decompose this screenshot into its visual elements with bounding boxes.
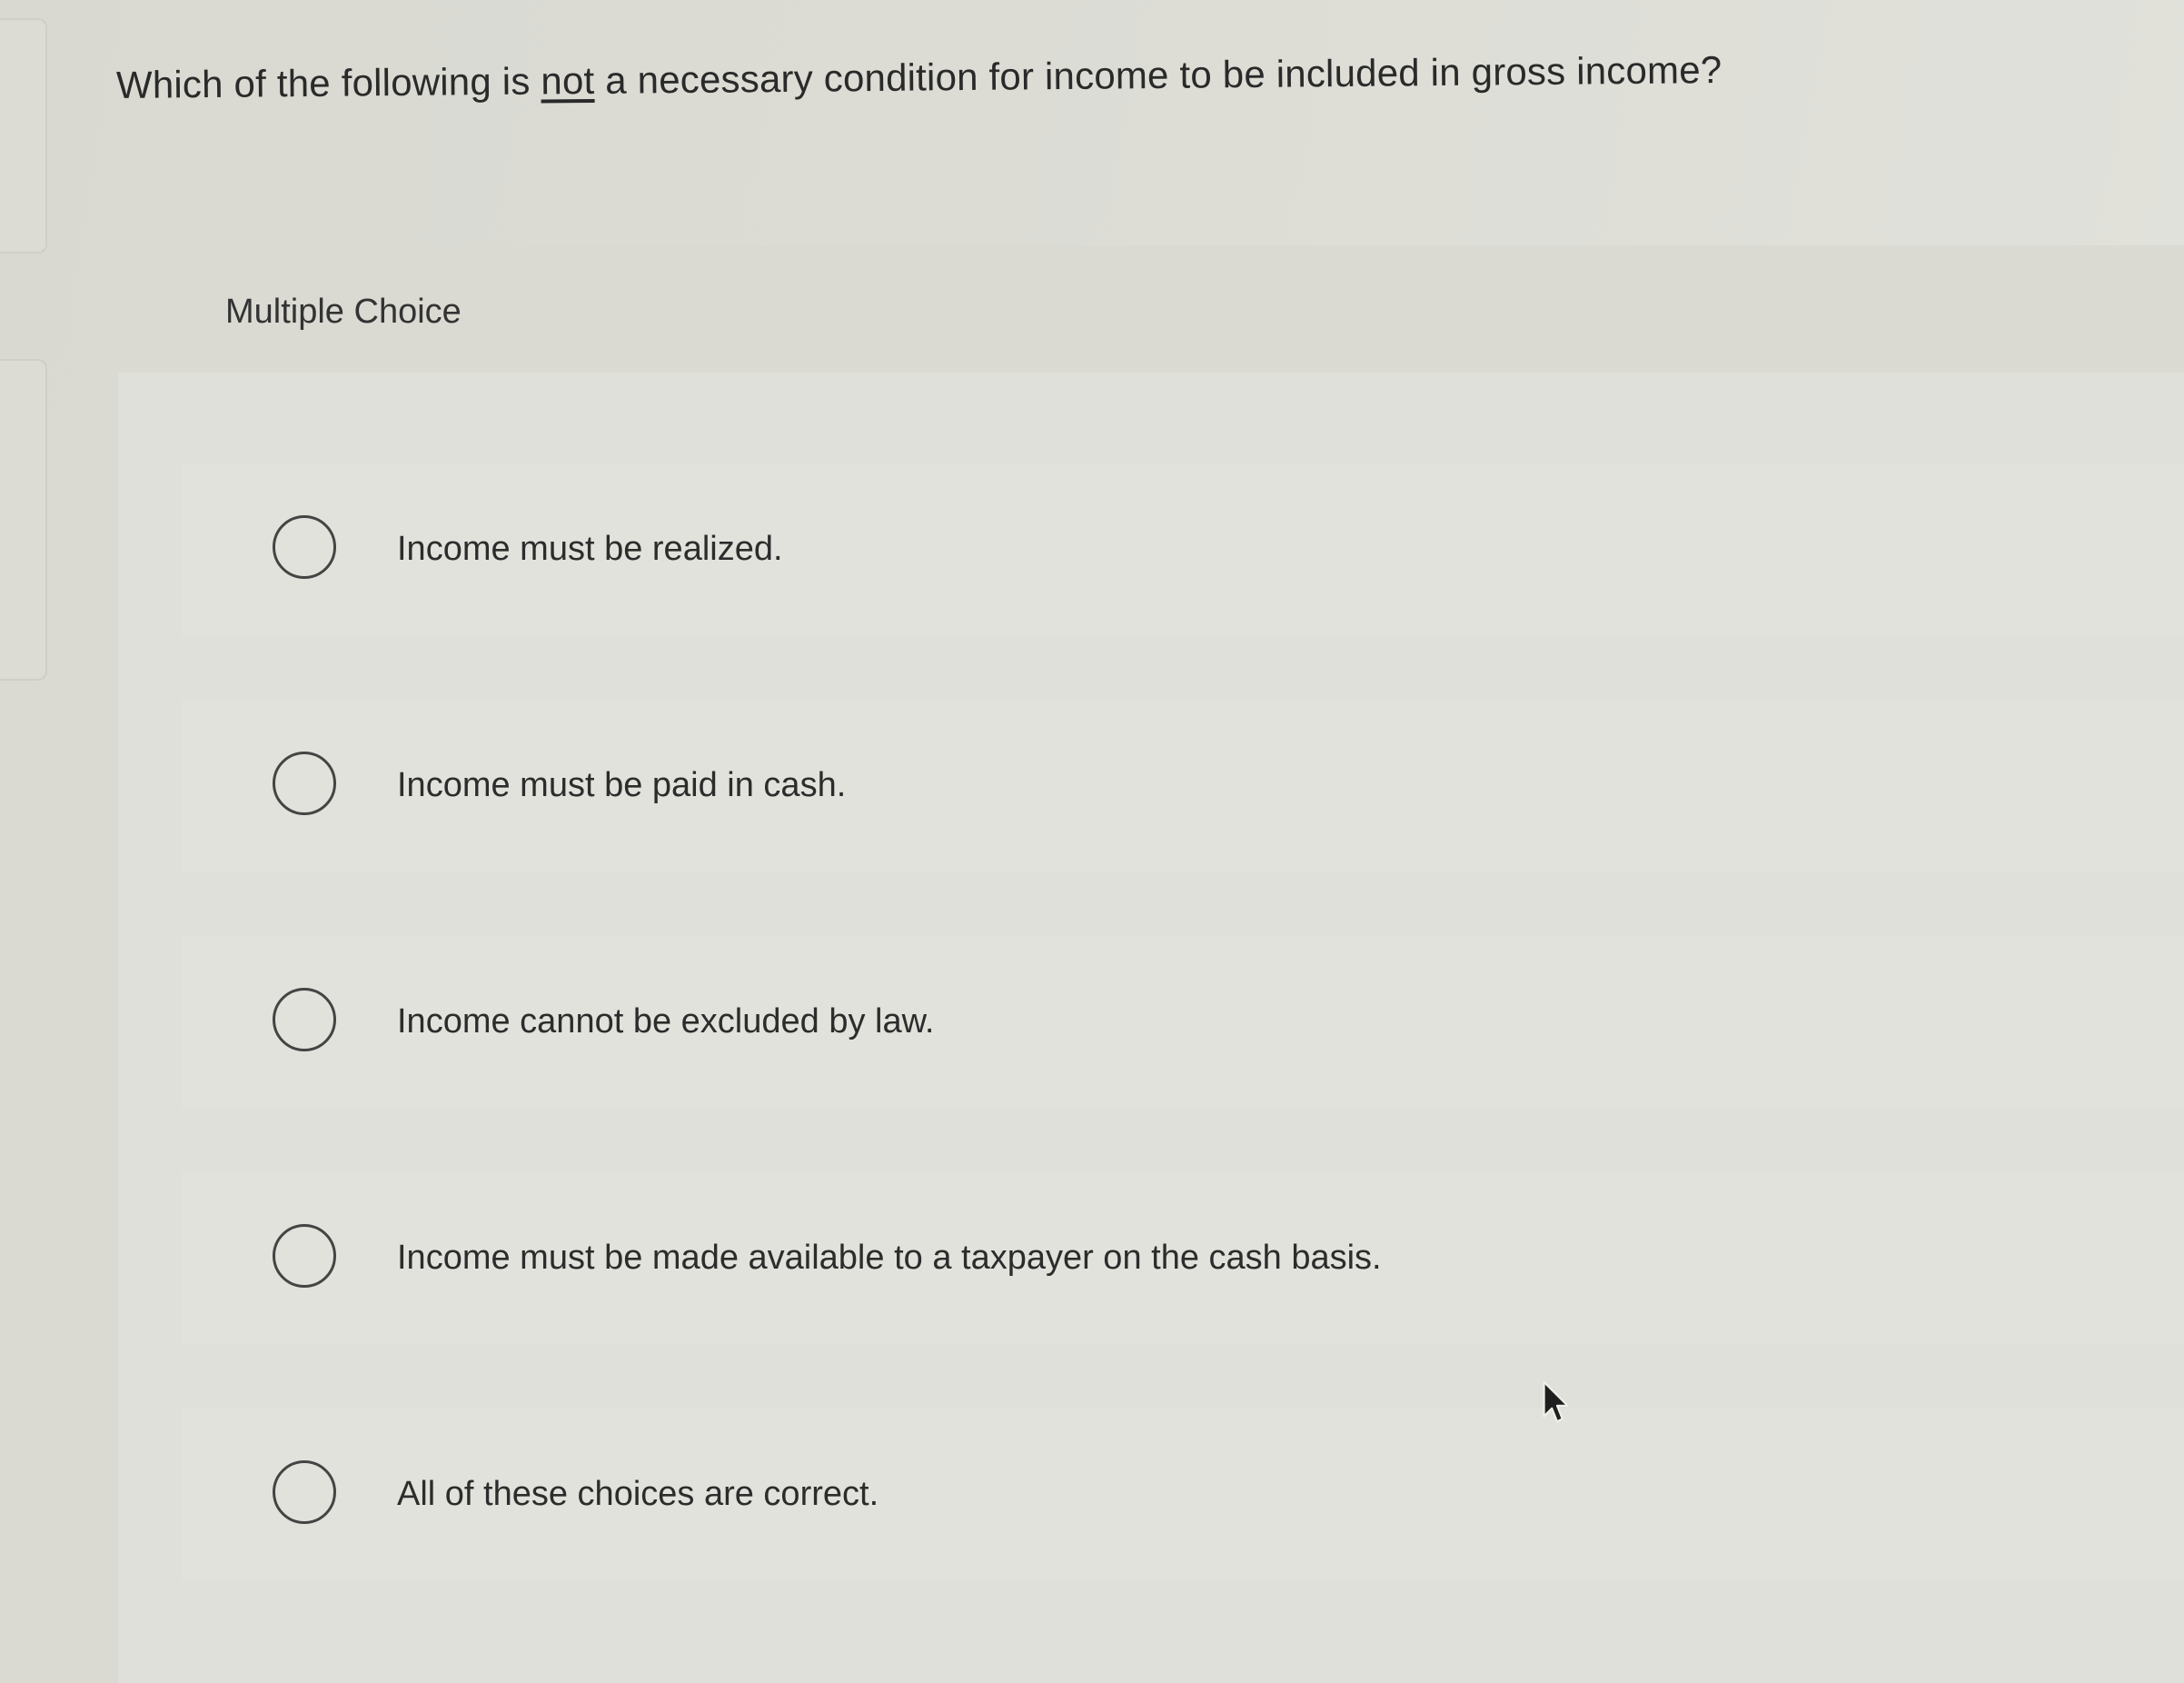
choice-list: Income must be realized. Income must be … — [182, 463, 2184, 1645]
choice-option[interactable]: Income must be realized. — [182, 463, 2184, 636]
left-rail-tab — [0, 18, 47, 254]
question-prefix: Which of the following is — [115, 59, 541, 106]
radio-button[interactable] — [273, 515, 336, 579]
multiple-choice-header: Multiple Choice — [118, 245, 2184, 373]
choice-option[interactable]: Income cannot be excluded by law. — [182, 936, 2184, 1109]
choice-label: Income must be paid in cash. — [397, 766, 847, 804]
radio-button[interactable] — [273, 988, 336, 1051]
choice-label: Income must be realized. — [397, 530, 783, 568]
radio-button[interactable] — [273, 1224, 336, 1288]
choice-option[interactable]: Income must be made available to a taxpa… — [182, 1172, 2184, 1345]
multiple-choice-label: Multiple Choice — [225, 293, 462, 331]
question-emphasis: not — [541, 58, 595, 103]
mouse-pointer-icon — [1543, 1380, 1569, 1423]
question-suffix: a necessary condition for income to be i… — [594, 48, 1722, 102]
radio-button[interactable] — [273, 752, 336, 815]
choice-option[interactable]: All of these choices are correct. — [182, 1409, 2184, 1581]
choice-label: All of these choices are correct. — [397, 1475, 879, 1513]
radio-button[interactable] — [273, 1460, 336, 1524]
multiple-choice-panel: Multiple Choice Income must be realized.… — [118, 245, 2184, 1683]
choice-label: Income must be made available to a taxpa… — [397, 1239, 1382, 1277]
choice-option[interactable]: Income must be paid in cash. — [182, 700, 2184, 872]
choice-label: Income cannot be excluded by law. — [397, 1002, 935, 1041]
question-text: Which of the following is not a necessar… — [116, 48, 1722, 107]
left-rail-tab — [0, 359, 47, 681]
